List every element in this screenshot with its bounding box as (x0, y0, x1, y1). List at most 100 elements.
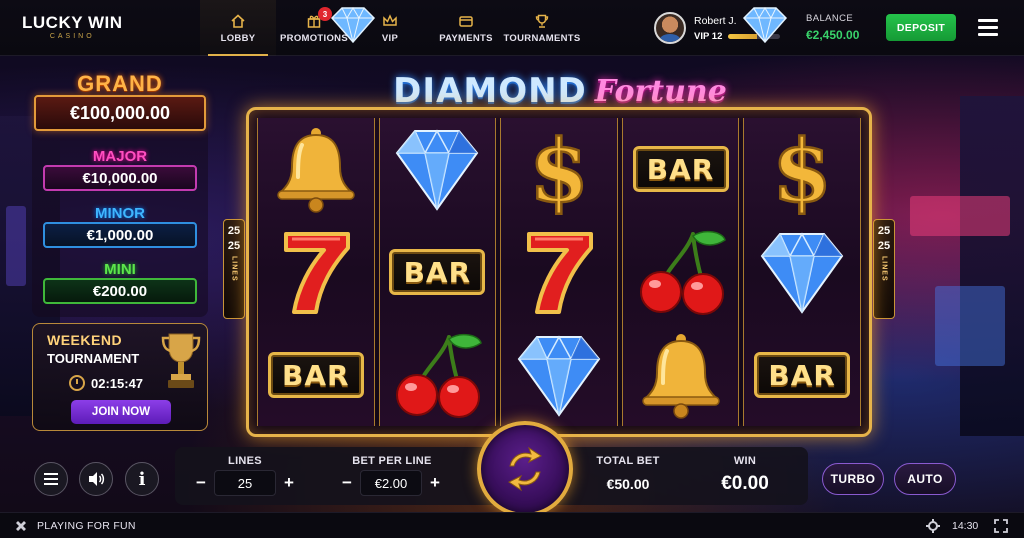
trophy-icon (161, 333, 201, 388)
diamond-symbol (744, 221, 860, 323)
reel-2: BAR (378, 118, 497, 426)
reel-1: BAR (257, 118, 375, 426)
jackpot-grand-name: GRAND (77, 71, 163, 96)
logo-tagline: CASINO (49, 33, 95, 40)
cherry-symbol (380, 324, 496, 426)
seven-symbol (501, 221, 617, 323)
logo-name: LUCKY WIN (22, 13, 123, 32)
total-bet-value: €50.00 (606, 476, 650, 492)
jackpot-major-name: MAJOR (92, 148, 148, 165)
tournament-timer-value: 02:15:47 (91, 375, 144, 391)
lines-label: LINES (228, 455, 262, 467)
nav-tournaments[interactable]: TOURNAMENTS (504, 0, 580, 56)
lines-stepper: − 25 + (188, 470, 302, 496)
jackpot-panel: GRAND €100,000.00 MAJOR €10,000.00 MINOR… (32, 71, 208, 317)
dollar-symbol: $ (744, 118, 860, 220)
bell-symbol (258, 118, 374, 220)
paylines-middle: 25 (877, 240, 891, 252)
diamond-symbol (380, 118, 496, 220)
spin-button[interactable] (477, 421, 573, 517)
dollar-symbol: $ (501, 118, 617, 220)
slot-reels: BAR BAR $ BAR $ BAR (257, 118, 861, 426)
game-menu-button[interactable] (34, 462, 68, 496)
menu-icon (44, 473, 58, 485)
reel-3: $ (500, 118, 618, 426)
svg-text:$: $ (529, 123, 589, 215)
jackpot-grand-value: €100,000.00 (34, 95, 206, 131)
jackpot-mini: MINI €200.00 (32, 261, 208, 304)
lines-value: 25 (214, 470, 276, 496)
main-nav: LOBBY 3 PROMOTIONS VIP PAYMENTS TOURNAME… (200, 0, 580, 56)
settings-icon[interactable] (926, 519, 940, 533)
diamond-icon (517, 335, 601, 417)
bar-symbol-label: BAR (754, 352, 851, 398)
top-navigation-bar: LUCKY WIN CASINO LOBBY 3 PROMOTIONS VIP … (0, 0, 1024, 56)
bet-decrease-button[interactable]: − (334, 470, 360, 496)
paylines-top: 25 (227, 225, 241, 237)
bar-symbol: BAR (380, 221, 496, 323)
speaker-icon (89, 472, 105, 486)
home-icon (231, 13, 245, 28)
bet-per-line-value: €2.00 (360, 470, 422, 496)
join-now-button[interactable]: JOIN NOW (71, 400, 171, 424)
balance-display: BALANCE €2,450.00 (806, 13, 859, 42)
trophy-icon (535, 14, 549, 28)
bet-increase-button[interactable]: + (422, 470, 448, 496)
deposit-button[interactable]: DEPOSIT (886, 14, 956, 41)
jackpot-major-value: €10,000.00 (43, 165, 197, 191)
game-title-fortune: Fortune (594, 73, 727, 109)
fullscreen-icon[interactable] (994, 519, 1008, 533)
nav-tournaments-label: TOURNAMENTS (503, 32, 581, 44)
seven-icon (283, 232, 350, 314)
main-menu-icon[interactable] (978, 19, 998, 37)
sound-toggle-button[interactable] (79, 462, 113, 496)
status-footer: PLAYING FOR FUN 14:30 (0, 512, 1024, 538)
win-label: WIN (733, 455, 757, 467)
clock-icon (69, 375, 85, 391)
cherry-icon (396, 333, 483, 418)
diamond-icon (742, 7, 788, 44)
tournament-title: WEEKEND (47, 332, 123, 348)
seven-symbol (258, 221, 374, 323)
nav-vip-label: VIP (381, 32, 399, 44)
slot-reels-frame: BAR BAR $ BAR $ BAR (246, 107, 872, 437)
paylines-indicator-right: 25 25 LINES (873, 219, 895, 319)
tournament-timer: 02:15:47 (69, 375, 143, 391)
jackpot-mini-name: MINI (104, 261, 136, 278)
diamond-symbol (501, 324, 617, 426)
bar-symbol-label: BAR (632, 146, 729, 192)
auto-spin-button[interactable]: AUTO (894, 463, 956, 495)
nav-payments[interactable]: PAYMENTS (428, 0, 504, 56)
turbo-button[interactable]: TURBO (822, 463, 884, 495)
paylines-word: LINES (880, 256, 888, 282)
reel-5: $ BAR (743, 118, 861, 426)
nav-lobby-label: LOBBY (220, 32, 256, 44)
bet-per-line-stepper: − €2.00 + (334, 470, 448, 496)
dollar-icon: $ (771, 123, 833, 215)
vip-level: VIP 12 (694, 30, 723, 42)
fun-mode-icon (16, 521, 26, 531)
cherry-icon (639, 230, 726, 315)
clock-time: 14:30 (952, 520, 979, 532)
jackpot-mini-value: €200.00 (43, 278, 197, 304)
bell-icon (277, 128, 355, 213)
info-icon: i (138, 468, 146, 490)
nav-lobby[interactable]: LOBBY (200, 0, 276, 56)
dollar-icon: $ (528, 123, 590, 215)
jackpot-major: MAJOR €10,000.00 (32, 148, 208, 191)
lines-increase-button[interactable]: + (276, 470, 302, 496)
spin-arrows-icon (508, 446, 542, 492)
paylines-word: LINES (230, 256, 238, 282)
jackpot-grand: GRAND €100,000.00 (32, 71, 208, 131)
lines-decrease-button[interactable]: − (188, 470, 214, 496)
reel-4: BAR (621, 118, 740, 426)
info-button[interactable]: i (125, 462, 159, 496)
jackpot-minor: MINOR €1,000.00 (32, 205, 208, 248)
casino-logo[interactable]: LUCKY WIN CASINO (22, 13, 123, 40)
play-mode-label: PLAYING FOR FUN (37, 520, 136, 532)
bar-symbol: BAR (258, 324, 374, 426)
seven-icon (526, 232, 593, 314)
cherry-symbol (623, 221, 739, 323)
jackpot-minor-value: €1,000.00 (43, 222, 197, 248)
bar-symbol: BAR (623, 118, 739, 220)
